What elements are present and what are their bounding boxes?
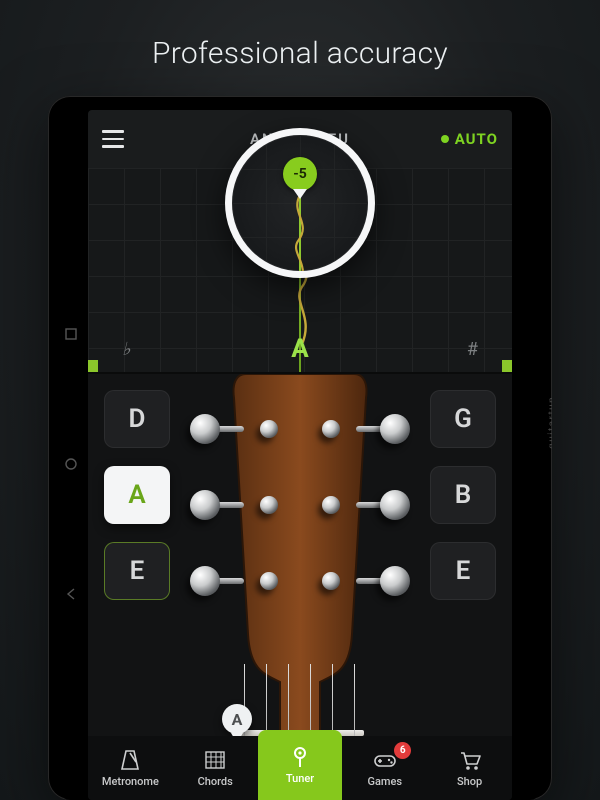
chords-icon: [202, 748, 228, 772]
string-chip-d[interactable]: D: [104, 390, 170, 448]
sharp-symbol: #: [467, 339, 478, 360]
tab-label: Metronome: [102, 775, 159, 788]
bottom-tab-bar: Metronome Chords Tuner 6 Games Shop: [88, 736, 512, 800]
tab-label: Tuner: [286, 772, 314, 785]
tuning-peg[interactable]: [190, 490, 220, 520]
string-chip-e-high[interactable]: E: [430, 542, 496, 600]
app-screen: ANDARD TU AUTO ♭ A # -5: [88, 110, 512, 800]
current-string-marker: A: [222, 704, 252, 734]
metronome-icon: [117, 748, 143, 772]
cart-icon: [457, 748, 483, 772]
sys-recent-icon: [64, 326, 78, 340]
tuning-peg[interactable]: [380, 490, 410, 520]
cents-offset: -5: [283, 157, 317, 191]
guitar-neck: D A E G B E A: [88, 374, 512, 736]
auto-toggle[interactable]: AUTO: [441, 130, 498, 148]
sys-home-icon: [64, 456, 78, 470]
sys-back-icon: [64, 586, 78, 600]
tuning-peg[interactable]: [190, 566, 220, 596]
flat-symbol: ♭: [122, 339, 131, 360]
string-chip-e-low[interactable]: E: [104, 542, 170, 600]
tablet-frame: guitartun ANDARD TU AUTO ♭ A #: [48, 96, 552, 800]
auto-indicator-icon: [441, 135, 449, 143]
tab-label: Shop: [457, 775, 482, 788]
tuner-icon: [287, 745, 313, 769]
tuning-peg[interactable]: [190, 414, 220, 444]
tab-label: Chords: [198, 775, 233, 788]
tab-shop[interactable]: Shop: [427, 736, 512, 800]
string-chip-g[interactable]: G: [430, 390, 496, 448]
string-chip-b[interactable]: B: [430, 466, 496, 524]
cents-pointer-icon: [293, 189, 307, 199]
guitar-strings-icon: [240, 664, 360, 736]
tuning-peg[interactable]: [380, 414, 410, 444]
promo-headline: Professional accuracy: [0, 36, 600, 71]
tuning-peg[interactable]: [380, 566, 410, 596]
tab-metronome[interactable]: Metronome: [88, 736, 173, 800]
string-chip-a[interactable]: A: [104, 466, 170, 524]
auto-label: AUTO: [455, 130, 498, 148]
magnifier-lens: -5: [225, 128, 375, 278]
tab-chords[interactable]: Chords: [173, 736, 258, 800]
device-brand: guitartun: [547, 396, 552, 449]
tab-tuner[interactable]: Tuner: [258, 730, 343, 800]
tab-games[interactable]: 6 Games: [342, 736, 427, 800]
target-note: A: [291, 334, 308, 364]
menu-button[interactable]: [102, 130, 124, 148]
games-badge: 6: [394, 742, 411, 759]
tab-label: Games: [368, 775, 403, 788]
